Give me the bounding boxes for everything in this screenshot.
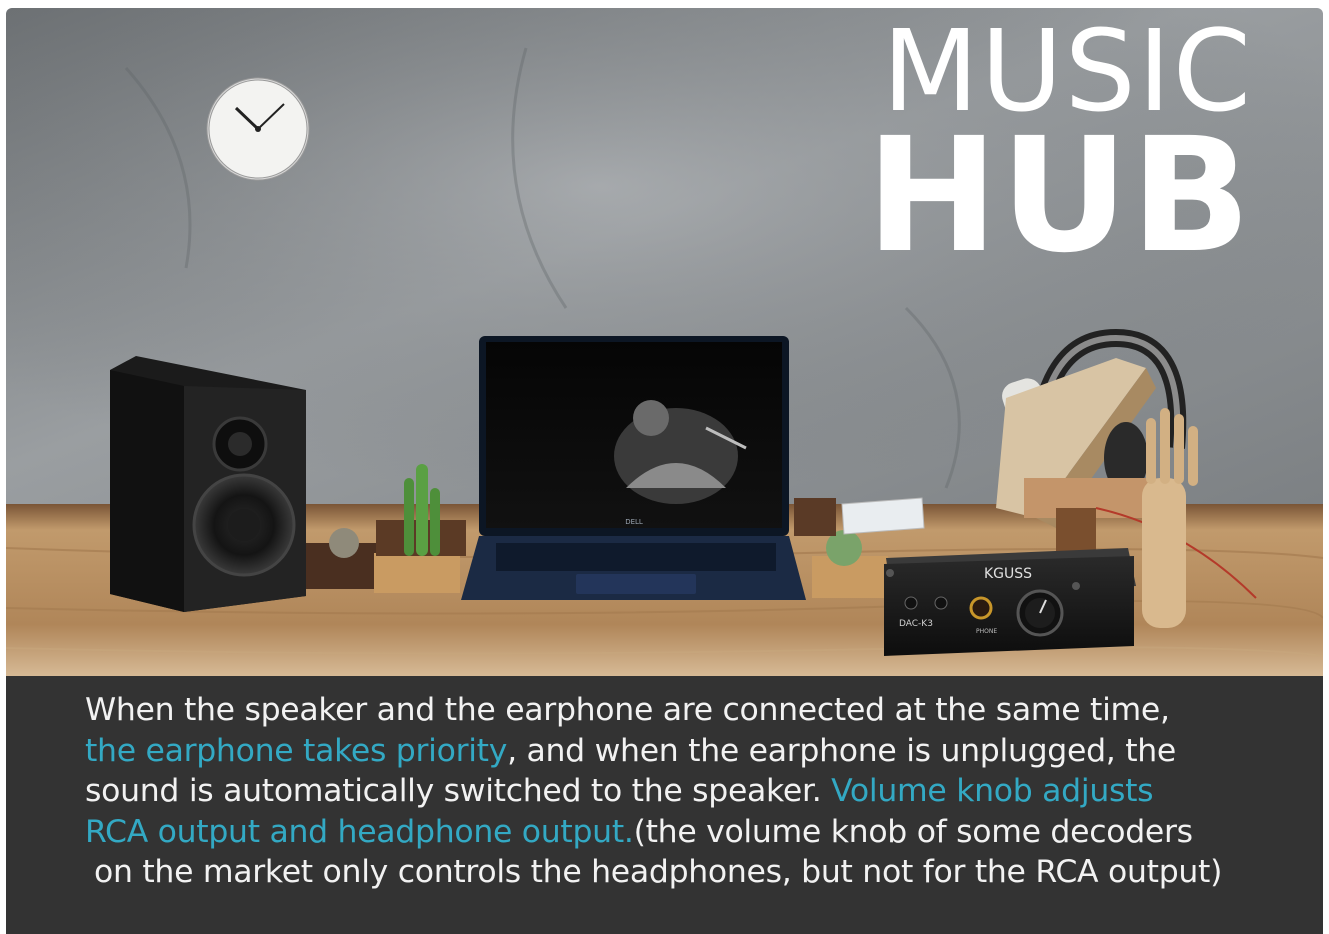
caption-line-4: RCA output and headphone output.(the vol… <box>85 812 1275 853</box>
caption-line-4-rest: (the volume knob of some decoders <box>633 813 1193 850</box>
caption-line-2-rest: , and when the earphone is unplugged, th… <box>507 732 1176 769</box>
bookshelf-speaker <box>110 356 306 612</box>
desk-scene-photo: DELL KGUSS DAC-K3 PHONE MUSIC HUB <box>6 8 1323 676</box>
caption-highlight-volume: Volume knob adjusts <box>831 773 1154 809</box>
caption-text: When the speaker and the earphone are co… <box>85 690 1275 893</box>
caption-line-1: When the speaker and the earphone are co… <box>85 692 1170 728</box>
laptop-brand: DELL <box>625 518 643 526</box>
dac-brand: KGUSS <box>984 566 1032 582</box>
dac-amplifier: KGUSS DAC-K3 PHONE <box>884 548 1136 656</box>
caption-highlight-outputs: RCA output and headphone output. <box>85 813 634 850</box>
caption-line-3-rest: sound is automatically switched to the s… <box>85 773 832 809</box>
caption-panel: When the speaker and the earphone are co… <box>6 676 1323 934</box>
wall-clock <box>206 77 310 181</box>
dac-jack-label: PHONE <box>976 628 997 635</box>
headline-hub: HUB <box>866 103 1253 288</box>
dac-model: DAC-K3 <box>899 619 933 629</box>
caption-line-2: the earphone takes priority, and when th… <box>85 731 1275 772</box>
caption-line-3: sound is automatically switched to the s… <box>85 771 1275 812</box>
laptop: DELL <box>461 336 806 600</box>
product-banner: DELL KGUSS DAC-K3 PHONE MUSIC HUB When t… <box>6 8 1323 934</box>
headline: MUSIC HUB <box>866 16 1253 288</box>
caption-highlight-priority: the earphone takes priority <box>85 732 508 769</box>
caption-line-5: on the market only controls the headphon… <box>94 854 1223 890</box>
